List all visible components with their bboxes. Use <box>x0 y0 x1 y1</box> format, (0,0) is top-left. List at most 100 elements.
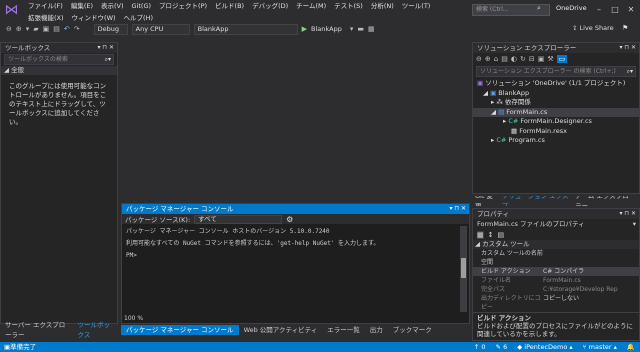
collapse-all-icon[interactable]: ⊟ <box>529 55 535 63</box>
console-header-buttons[interactable]: ▾ ⊓ ✕ <box>449 204 466 214</box>
console-prompt: PM> <box>126 252 137 259</box>
menu-test[interactable]: テスト(S) <box>330 0 367 12</box>
tab-error-list[interactable]: エラー一覧 <box>322 325 365 335</box>
attach-icon[interactable]: ▾ <box>350 25 354 33</box>
tree-item-program-cs[interactable]: ▸ C# Program.cs <box>473 136 639 146</box>
property-row[interactable]: 完全パス C:¥storage¥Develop Rep <box>473 285 639 294</box>
close-button[interactable]: ✕ <box>622 2 640 18</box>
branch-selector[interactable]: ⑂ master ▴ <box>583 342 617 352</box>
toolbox-header-buttons[interactable]: ▾ ⊓ ✕ <box>97 43 114 53</box>
menu-team[interactable]: チーム(M) <box>292 0 330 12</box>
save-icon[interactable]: ▣ <box>43 25 50 33</box>
tree-item-formmain-resx[interactable]: ▦ FormMain.resx <box>473 127 639 137</box>
forward-icon[interactable]: ⊕ <box>485 55 491 63</box>
property-category[interactable]: ◢ カスタム ツール <box>473 240 639 249</box>
property-row[interactable]: 出力ディレクトリにコピー コピーしない <box>473 294 639 312</box>
live-share-button[interactable]: ⇪ Live Share <box>572 24 614 32</box>
menu-project[interactable]: プロジェクト(P) <box>155 0 211 12</box>
property-pages-icon[interactable]: ▤ <box>498 231 505 239</box>
tab-server-explorer[interactable]: サーバー エクスプローラー <box>0 320 73 340</box>
tree-item-formmain-designer[interactable]: ▸ C# FormMain.Designer.cs <box>473 117 639 127</box>
property-row[interactable]: ファイル名 FormMain.cs <box>473 276 639 285</box>
property-row[interactable]: ビルド アクション C# コンパイラ <box>473 267 639 276</box>
toolbox-group-general[interactable]: ◢ 全般 <box>1 66 117 75</box>
open-folder-icon[interactable]: ▰ <box>33 25 38 33</box>
console-scrollbar[interactable] <box>460 226 467 312</box>
notifications-icon[interactable]: 🔔 <box>627 342 635 352</box>
tab-package-manager-console[interactable]: パッケージ マネージャー コンソール <box>121 325 239 335</box>
alphabetical-icon[interactable]: ↕ <box>488 231 494 239</box>
new-item-icon[interactable]: ▾ <box>26 25 30 33</box>
tree-item-solution[interactable]: ▣ ソリューション 'OneDrive' (1/1 プロジェクト) <box>473 79 639 89</box>
menu-analyze[interactable]: 分析(N) <box>367 0 398 12</box>
tree-item-project[interactable]: ◢ ▣ BlankApp <box>473 89 639 99</box>
tab-web-publish-activity[interactable]: Web 公開アクティビティ <box>239 325 323 335</box>
platform-dropdown[interactable]: Any CPU <box>131 23 190 35</box>
solution-explorer-header-buttons[interactable]: ▾ ⊓ ✕ <box>619 43 636 53</box>
properties-icon[interactable]: ⚒ <box>547 55 553 63</box>
property-description: ビルド アクション ビルドおよび配置のプロセスにファイルがどのように関連している… <box>473 312 639 339</box>
back-icon[interactable]: ⊖ <box>476 55 482 63</box>
run-icon[interactable]: ▶ <box>302 25 307 33</box>
resource-file-icon: ▦ <box>511 126 520 135</box>
solution-search-input[interactable]: ソリューション エクスプローラー の検索 (Ctrl+;) ⌕▾ <box>476 66 636 77</box>
undo-icon[interactable]: ↶ <box>64 25 70 33</box>
tab-output[interactable]: 出力 <box>365 325 388 335</box>
tree-item-dependencies[interactable]: ▸ ⁂ 依存関係 <box>473 98 639 108</box>
save-all-icon[interactable]: ▤ <box>53 25 60 33</box>
run-button[interactable]: BlankApp <box>311 25 342 33</box>
console-output[interactable]: パッケージ マネージャー コンソール ホストのバージョン 5.10.0.7240… <box>122 224 469 264</box>
pending-changes-indicator[interactable]: ✎ 6 <box>496 342 508 352</box>
chevron-down-icon: ▾ <box>632 220 636 228</box>
toolbox-empty-message: このグループには使用可能なコントロールがありません。項目をこのテキスト上にドラッ… <box>9 82 107 126</box>
tree-item-formmain-cs[interactable]: ◢ ▤ FormMain.cs <box>473 107 639 117</box>
console-header: パッケージ マネージャー コンソール ▾ ⊓ ✕ <box>122 204 469 214</box>
menu-file[interactable]: ファイル(F) <box>24 0 67 12</box>
preview-icon[interactable]: ▭ <box>556 55 568 63</box>
tab-team-explorer[interactable]: チーム エクスプローラー <box>572 196 640 206</box>
menu-build[interactable]: ビルド(B) <box>211 0 248 12</box>
tab-git-changes[interactable]: Git 変更 <box>472 196 499 206</box>
refresh-icon[interactable]: ↻ <box>520 55 526 63</box>
solution-explorer-title: ソリューション エクスプローラー <box>477 44 577 52</box>
forward-icon[interactable]: ⊕ <box>16 25 22 33</box>
camera-icon[interactable]: ▦ <box>368 25 375 33</box>
tab-solution-explorer[interactable]: ソリューション エクスプ... <box>499 196 572 206</box>
startup-project-dropdown[interactable]: BlankApp <box>193 23 298 35</box>
csharp-file-icon: C# <box>496 136 509 144</box>
editor-area <box>120 42 470 202</box>
home-icon[interactable]: ⌂ <box>494 55 498 63</box>
zoom-level[interactable]: 100 % <box>124 315 143 322</box>
scrollbar-thumb[interactable] <box>461 258 466 278</box>
search-icon: ⌕▾ <box>104 56 111 63</box>
bottom-tab-strip: パッケージ マネージャー コンソール Web 公開アクティビティ エラー一覧 出… <box>121 325 470 335</box>
menu-git[interactable]: Git(G) <box>128 0 156 12</box>
pending-changes-icon[interactable]: ◐ <box>511 55 517 63</box>
toolbox-search-input[interactable]: ツールボックスの検索 ⌕▾ <box>4 54 114 65</box>
switch-views-icon[interactable]: ▤ <box>501 55 508 63</box>
package-source-dropdown[interactable]: すべて <box>194 214 283 224</box>
menu-edit[interactable]: 編集(E) <box>67 0 97 12</box>
tab-bookmarks[interactable]: ブックマーク <box>388 325 437 335</box>
menu-debug[interactable]: デバッグ(D) <box>248 0 292 12</box>
feedback-icon[interactable]: ⚑ <box>622 24 628 32</box>
solution-explorer-header: ソリューション エクスプローラー ▾ ⊓ ✕ <box>473 43 639 53</box>
show-all-files-icon[interactable]: ▣ <box>538 55 545 63</box>
properties-header-buttons[interactable]: ▾ ⊓ ✕ <box>619 209 636 219</box>
menu-view[interactable]: 表示(V) <box>97 0 128 12</box>
settings-gear-icon[interactable]: ⚙ <box>286 215 293 224</box>
menu-bar: ファイル(F) 編集(E) 表示(V) Git(G) プロジェクト(P) ビルド… <box>24 0 464 22</box>
search-icon[interactable]: ⌕ <box>537 4 541 13</box>
redo-icon[interactable]: ↷ <box>74 25 80 33</box>
repository-selector[interactable]: ◆ iPentecDemo ▴ <box>517 342 572 352</box>
configuration-dropdown[interactable]: Debug <box>93 23 128 35</box>
categorized-icon[interactable]: ▦ <box>477 230 484 239</box>
folder-icon[interactable]: ▬ <box>357 25 364 33</box>
tab-toolbox[interactable]: ツールボックス <box>73 320 118 340</box>
back-icon[interactable]: ⊖ <box>6 25 12 33</box>
properties-object-selector[interactable]: FormMain.cs ファイルのプロパティ ▾ <box>473 219 639 229</box>
toolbar: ⊖ ⊕ ▾ ▰ ▣ ▤ ↶ ↷ Debug Any CPU BlankApp ▶… <box>0 22 640 36</box>
push-indicator[interactable]: ↑ 0 <box>474 342 486 352</box>
menu-tools[interactable]: ツール(T) <box>398 0 435 12</box>
property-row[interactable]: カスタム ツールの名前空間 <box>473 249 639 267</box>
